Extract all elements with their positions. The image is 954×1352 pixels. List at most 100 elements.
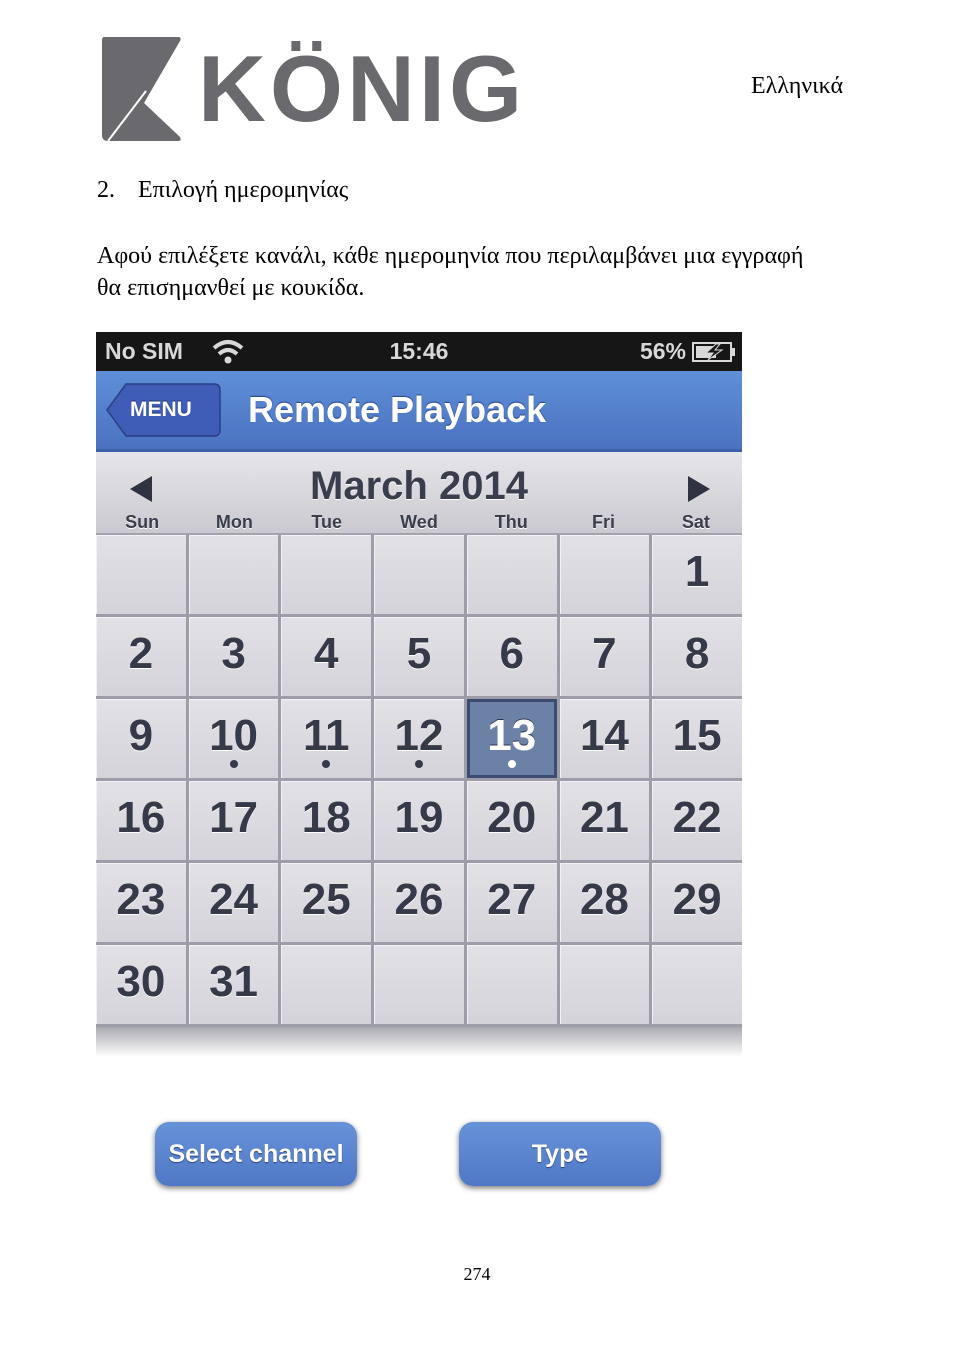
calendar-day-2[interactable]: 2 <box>96 617 186 696</box>
recording-dot-icon <box>507 760 516 768</box>
day-number: 7 <box>592 629 617 678</box>
calendar-day-17[interactable]: 17 <box>188 781 279 860</box>
day-number: 30 <box>116 957 166 1006</box>
calendar-day-6[interactable]: 6 <box>466 617 557 696</box>
day-number: 4 <box>314 629 339 678</box>
calendar-header: March 2014 Sun Mon Tue Wed Thu Fri Sat <box>96 452 742 535</box>
weekday-label: Fri <box>592 512 616 532</box>
language-label: Ελληνικά <box>751 73 844 99</box>
calendar-day-21[interactable]: 21 <box>559 781 650 860</box>
day-number: 27 <box>487 875 537 924</box>
month-title: March 2014 <box>310 464 528 508</box>
menu-back-button[interactable]: MENU <box>106 383 221 437</box>
calendar-empty-cell <box>466 535 557 614</box>
calendar-empty-cell <box>188 535 279 614</box>
section-number: 2. <box>97 177 115 203</box>
calendar-day-27[interactable]: 27 <box>466 863 557 942</box>
calendar-day-16[interactable]: 16 <box>96 781 186 860</box>
day-number: 11 <box>303 711 350 760</box>
phone-screenshot: No SIM 15:46 56% MENU Remote Playback Ma… <box>96 332 742 1062</box>
day-number: 26 <box>394 875 444 924</box>
weekday-label: Sun <box>125 512 160 532</box>
day-number: 13 <box>487 711 537 760</box>
day-number: 9 <box>128 711 154 760</box>
calendar-day-24[interactable]: 24 <box>188 863 279 942</box>
calendar-day-31[interactable]: 31 <box>188 945 279 1024</box>
calendar-day-7[interactable]: 7 <box>559 617 650 696</box>
calendar-empty-cell <box>466 945 557 1024</box>
day-number: 31 <box>209 957 259 1006</box>
calendar-day-3[interactable]: 3 <box>188 617 279 696</box>
recording-dot-icon <box>414 760 423 768</box>
calendar-day-28[interactable]: 28 <box>559 863 650 942</box>
recording-dot-icon <box>229 760 238 768</box>
section-heading: 2. Επιλογή ημερομηνίας <box>97 177 348 204</box>
nav-bar: MENU Remote Playback <box>96 371 742 452</box>
calendar-grid: 1 2 3 4 5 6 7 8 9 10 11 12 13 14 15 16 17 18 19 20 21 22 23 24 2… <box>96 535 742 1027</box>
calendar-day-18[interactable]: 18 <box>281 781 372 860</box>
calendar-day-30[interactable]: 30 <box>96 945 186 1024</box>
day-number: 3 <box>221 629 246 678</box>
weekday-label: Wed <box>400 512 438 532</box>
calendar-day-4[interactable]: 4 <box>281 617 372 696</box>
day-number: 25 <box>301 875 351 924</box>
day-number: 17 <box>209 793 259 842</box>
calendar-day-19[interactable]: 19 <box>374 781 464 860</box>
calendar-empty-cell <box>281 945 372 1024</box>
calendar-empty-cell <box>96 535 186 614</box>
battery-charging-icon <box>692 342 735 362</box>
day-number: 24 <box>209 875 259 924</box>
page-number: 274 <box>463 1264 491 1284</box>
calendar-empty-cell <box>652 945 742 1024</box>
calendar-empty-cell <box>374 535 464 614</box>
calendar-day-15[interactable]: 15 <box>652 699 742 778</box>
type-button[interactable]: Type <box>459 1122 661 1186</box>
calendar-day-14[interactable]: 14 <box>559 699 650 778</box>
calendar-day-26[interactable]: 26 <box>374 863 464 942</box>
calendar-empty-cell <box>559 535 650 614</box>
section-paragraph: Αφού επιλέξετε κανάλι, κάθε ημερομηνία π… <box>97 243 804 301</box>
day-number: 29 <box>672 875 722 924</box>
select-channel-button[interactable]: Select channel <box>155 1122 357 1186</box>
day-number: 6 <box>499 629 524 678</box>
calendar-day-9[interactable]: 9 <box>96 699 186 778</box>
day-number: 16 <box>116 793 166 842</box>
day-number: 14 <box>579 711 629 760</box>
battery-percent: 56% <box>639 338 686 364</box>
day-number: 23 <box>116 875 166 924</box>
calendar-empty-cell <box>559 945 650 1024</box>
calendar-day-29[interactable]: 29 <box>652 863 742 942</box>
calendar-day-8[interactable]: 8 <box>652 617 742 696</box>
calendar-day-11[interactable]: 11 <box>281 699 372 778</box>
day-number: 15 <box>672 711 722 760</box>
calendar-day-25[interactable]: 25 <box>281 863 372 942</box>
calendar-day-23[interactable]: 23 <box>96 863 186 942</box>
weekday-row: Sun Mon Tue Wed Thu Fri Sat <box>96 512 742 533</box>
calendar-day-20[interactable]: 20 <box>466 781 557 860</box>
calendar-day-22[interactable]: 22 <box>652 781 742 860</box>
day-number: 21 <box>579 793 629 842</box>
calendar-day-12[interactable]: 12 <box>374 699 464 778</box>
calendar-empty-cell <box>281 535 372 614</box>
calendar-day-5[interactable]: 5 <box>374 617 464 696</box>
section-title: Επιλογή ημερομηνίας <box>138 177 349 203</box>
day-number: 28 <box>579 875 629 924</box>
weekday-label: Tue <box>311 512 343 532</box>
calendar-day-10[interactable]: 10 <box>188 699 279 778</box>
calendar-day-1[interactable]: 1 <box>652 535 742 614</box>
calendar-day-13[interactable]: 13 <box>466 699 557 778</box>
calendar-empty-cell <box>374 945 464 1024</box>
menu-label: MENU <box>130 398 192 421</box>
calendar-shadow <box>96 1027 742 1057</box>
day-number: 10 <box>209 711 259 760</box>
next-month-arrow-icon[interactable] <box>684 474 714 504</box>
day-number: 22 <box>672 793 722 842</box>
weekday-label: Thu <box>494 512 528 532</box>
recording-dot-icon <box>322 760 331 768</box>
konig-logo: KÖNIG <box>102 36 518 142</box>
day-number: 8 <box>684 629 710 678</box>
weekday-label: Sat <box>681 512 710 532</box>
day-number: 5 <box>406 629 432 678</box>
day-number: 19 <box>394 793 444 842</box>
day-number: 18 <box>301 793 351 842</box>
